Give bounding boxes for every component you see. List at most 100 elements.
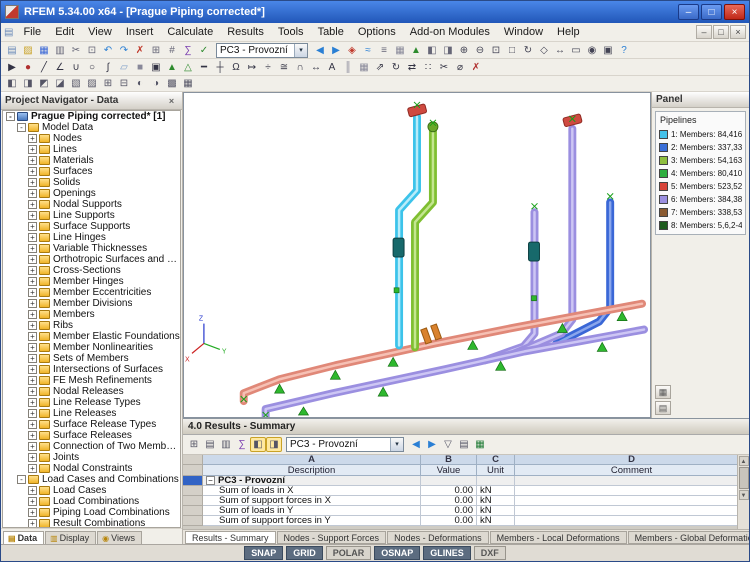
tree-item[interactable]: +Variable Thicknesses (3, 243, 180, 254)
navigator-tab-display[interactable]: ▥Display (45, 531, 96, 544)
tree-item[interactable]: +Line Supports (3, 210, 180, 221)
new-file-icon[interactable]: ▤ (4, 43, 20, 58)
menu-file[interactable]: File (16, 25, 48, 39)
visibility-icon[interactable]: ◉ (584, 43, 600, 58)
table-row[interactable]: Sum of support forces in Y0.00kN (183, 516, 749, 526)
expand-icon[interactable]: + (28, 299, 37, 308)
light-left-icon[interactable]: ◐ (132, 76, 148, 91)
nodal-support-icon[interactable]: ▲ (164, 60, 180, 75)
redo-icon[interactable]: ↷ (116, 43, 132, 58)
expand-icon[interactable]: + (28, 167, 37, 176)
expand-icon[interactable]: + (28, 321, 37, 330)
help-icon[interactable]: ? (616, 43, 632, 58)
tree-item[interactable]: +Sets of Members (3, 353, 180, 364)
close-window-icon[interactable]: ⊟ (116, 76, 132, 91)
expand-icon[interactable]: + (28, 189, 37, 198)
pipeline-legend-item[interactable]: 5: Members: 523,526-52 (658, 180, 743, 193)
panel-display-options-button[interactable]: ▦ (655, 385, 671, 399)
insert-circle-icon[interactable]: ○ (84, 60, 100, 75)
copy-icon[interactable]: ⊡ (84, 43, 100, 58)
intersection-icon[interactable]: ∩ (292, 60, 308, 75)
expand-icon[interactable]: + (28, 310, 37, 319)
cross-section-icon[interactable]: Ω (228, 60, 244, 75)
tree-item[interactable]: +Surface Release Types (3, 419, 180, 430)
menu-window[interactable]: Window (497, 25, 550, 39)
tree-item[interactable]: +Nodal Releases (3, 386, 180, 397)
set-of-members-icon[interactable]: ≅ (276, 60, 292, 75)
collapse-icon[interactable]: - (17, 475, 26, 484)
expand-icon[interactable]: + (28, 222, 37, 231)
pipeline-legend-item[interactable]: 3: Members: 54,163,55 (658, 154, 743, 167)
filter-icon[interactable]: ▽ (440, 437, 456, 452)
tree-item[interactable]: +Surface Releases (3, 430, 180, 441)
menu-add-on-modules[interactable]: Add-on Modules (403, 25, 497, 39)
table-row[interactable]: Sum of support forces in X0.00kN (183, 496, 749, 506)
pipeline-legend-item[interactable]: 6: Members: 384,387,13 (658, 193, 743, 206)
collapse-icon[interactable]: - (17, 123, 26, 132)
save-icon[interactable]: ▦ (36, 43, 52, 58)
delete-objects-icon[interactable]: ✗ (468, 60, 484, 75)
insert-spline-icon[interactable]: ∫ (100, 60, 116, 75)
render-mode-icon[interactable]: ◧ (424, 43, 440, 58)
table-settings-icon[interactable]: ▤ (202, 437, 218, 452)
expand-icon[interactable]: + (28, 354, 37, 363)
tree-item[interactable]: +Piping Load Combinations (3, 507, 180, 518)
isometric-view-icon[interactable]: ◇ (536, 43, 552, 58)
table-goto-icon[interactable]: ⊞ (186, 437, 202, 452)
mdi-close-button[interactable]: × (730, 25, 746, 39)
tree-item[interactable]: +Member Divisions (3, 298, 180, 309)
result-filter-columns-icon[interactable]: ◨ (266, 437, 282, 452)
tree-item[interactable]: +Member Hinges (3, 276, 180, 287)
expand-icon[interactable]: + (28, 244, 37, 253)
tree-item[interactable]: +FE Mesh Refinements (3, 375, 180, 386)
table-row-group[interactable]: −PC3 - Provozní (183, 476, 749, 486)
toggle-osnap[interactable]: OSNAP (374, 546, 420, 560)
tree-item[interactable]: +Result Combinations (3, 518, 180, 528)
zoom-out-icon[interactable]: ⊖ (472, 43, 488, 58)
tree-item[interactable]: +Members (3, 309, 180, 320)
trim-icon[interactable]: ✂ (436, 60, 452, 75)
expand-icon[interactable]: + (28, 486, 37, 495)
check-model-icon[interactable]: ✓ (196, 43, 212, 58)
clipping-planes-icon[interactable]: ▭ (568, 43, 584, 58)
menu-edit[interactable]: Edit (48, 25, 81, 39)
menu-tools[interactable]: Tools (271, 25, 311, 39)
model-viewport[interactable]: Z Y X (183, 92, 651, 418)
navigator-tab-views[interactable]: ◉Views (97, 531, 142, 544)
navigator-close-icon[interactable]: × (165, 96, 178, 106)
load-case-combo[interactable]: PC3 - Provozní ▾ (216, 43, 308, 58)
new-table-icon[interactable]: ⊞ (148, 43, 164, 58)
texture-display-icon[interactable]: ▩ (164, 76, 180, 91)
rotate-icon[interactable]: ↻ (388, 60, 404, 75)
expand-icon[interactable]: + (28, 387, 37, 396)
collapse-icon[interactable]: - (6, 112, 15, 121)
results-case-combo[interactable]: PC3 - Provozní ▾ (286, 437, 404, 452)
tree-item[interactable]: -Model Data (3, 122, 180, 133)
table-view-icon[interactable]: ▥ (218, 437, 234, 452)
deformations-icon[interactable]: ≈ (360, 43, 376, 58)
selection-icon[interactable]: ▣ (600, 43, 616, 58)
delete-icon[interactable]: ✗ (132, 43, 148, 58)
result-filter-rows-icon[interactable]: ◧ (250, 437, 266, 452)
next-case-icon[interactable]: ▶ (424, 437, 440, 452)
insert-node-icon[interactable]: ● (20, 60, 36, 75)
expand-icon[interactable]: + (28, 277, 37, 286)
toggle-glines[interactable]: GLINES (423, 546, 471, 560)
comment-text-icon[interactable]: A (324, 60, 340, 75)
tree-item[interactable]: +Nodal Constraints (3, 463, 180, 474)
tree-item[interactable]: -Prague Piping corrected* [1] (3, 111, 180, 122)
calculate-icon[interactable]: ∑ (180, 43, 196, 58)
show-results-icon[interactable]: ◈ (344, 43, 360, 58)
chevron-down-icon[interactable]: ▾ (294, 44, 307, 57)
expand-icon[interactable]: + (28, 288, 37, 297)
expand-icon[interactable]: + (28, 365, 37, 374)
menu-calculate[interactable]: Calculate (160, 25, 220, 39)
tree-item[interactable]: +Load Cases (3, 485, 180, 496)
tree-item[interactable]: +Materials (3, 155, 180, 166)
tree-item[interactable]: +Nodal Supports (3, 199, 180, 210)
tree-item[interactable]: +Surface Supports (3, 221, 180, 232)
open-file-icon[interactable]: ▨ (20, 43, 36, 58)
tree-item[interactable]: -Load Cases and Combinations (3, 474, 180, 485)
pipeline-legend-item[interactable]: 2: Members: 337,339 (658, 141, 743, 154)
insert-opening-icon[interactable]: ▣ (148, 60, 164, 75)
